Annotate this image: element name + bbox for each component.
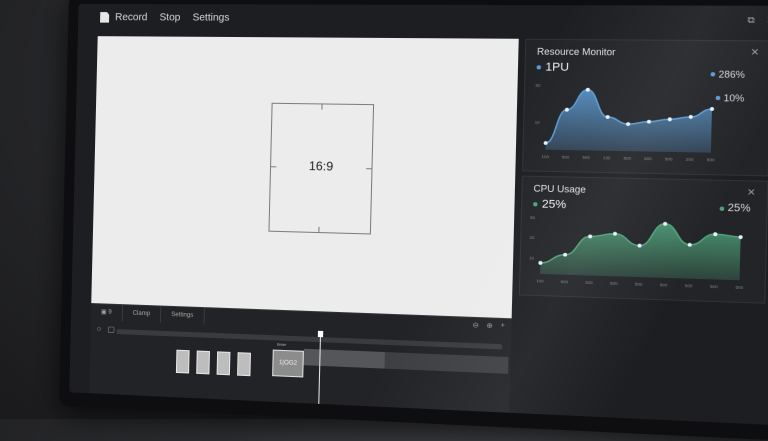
clip-thumbnail[interactable]	[237, 352, 251, 376]
y-tick-label: 20	[530, 235, 536, 240]
x-tick-label: 500	[562, 154, 570, 159]
x-tick-label: 500	[623, 155, 631, 161]
x-tick-label: 200	[686, 156, 695, 162]
clip-thumbnails	[176, 350, 251, 377]
timeline-tools: ⊖ ⊕ +	[472, 321, 505, 331]
tab-settings[interactable]: Settings	[161, 307, 205, 325]
clip-thumbnail[interactable]	[176, 350, 190, 374]
monitor-bezel: Record Stop Settings ⧉ ✕ 16:9 ▣ 9 Clamp …	[59, 0, 768, 441]
y-tick-label: 10	[535, 119, 541, 124]
clip-track-fill	[304, 349, 385, 369]
x-tick-label: 100	[536, 278, 544, 284]
screen: Record Stop Settings ⧉ ✕ 16:9 ▣ 9 Clamp …	[69, 4, 768, 426]
x-tick-label: 130	[603, 155, 611, 160]
resource-monitor-panel: Resource Monitor ✕ 1PU 286% 10% 100 500 50…	[522, 39, 768, 177]
timeline-left-tools: ○ ▢	[96, 324, 115, 334]
x-tick-label: 500	[707, 157, 716, 163]
clip-thumbnail[interactable]	[217, 351, 231, 375]
menu-settings[interactable]: Settings	[192, 12, 229, 23]
cpu-usage-panel: CPU Usage ✕ 25% 25% 100 500 500 500 500 500 50…	[519, 176, 768, 304]
zoom-out-icon[interactable]: ⊖	[472, 321, 479, 330]
x-tick-label: 500	[660, 282, 669, 288]
marker-icon[interactable]: ▢	[107, 325, 115, 334]
restore-icon[interactable]: ⧉	[747, 14, 755, 26]
x-tick-label: 100	[542, 154, 550, 159]
x-tick-label: 500	[610, 280, 618, 286]
window-controls: ⧉ ✕	[747, 14, 768, 26]
x-tick-label: 500	[710, 284, 719, 290]
frame-tick	[318, 227, 319, 232]
series-area	[545, 89, 712, 152]
menu-record[interactable]: Record	[115, 12, 148, 23]
menu-stop[interactable]: Stop	[159, 12, 180, 23]
timeline-panel: ▣ 9 Clamp Settings ⊖ ⊕ + ○ ▢ timer 1|OG2	[89, 303, 512, 424]
resource-chart: 100 500 500 130 500 500 500 200 500 50 10	[523, 40, 768, 175]
tab-count[interactable]: ▣ 9	[91, 304, 123, 321]
timeline-scrollbar[interactable]	[116, 329, 502, 349]
selected-clip[interactable]: 1|OG2	[272, 350, 304, 378]
x-tick-label: 500	[582, 155, 590, 160]
frame-tick	[321, 104, 322, 109]
x-tick-label: 500	[665, 156, 674, 162]
y-tick-label: 50	[530, 214, 536, 219]
clip-thumbnail[interactable]	[196, 351, 210, 375]
menu-bar: Record Stop Settings	[78, 4, 768, 34]
clip-track[interactable]	[304, 349, 509, 374]
tab-count-label: 9	[108, 310, 111, 316]
playhead[interactable]	[318, 331, 321, 413]
timeline-tabs: ▣ 9 Clamp Settings	[91, 304, 205, 324]
clip-header: timer	[277, 342, 286, 347]
preview-canvas[interactable]: 16:9	[91, 36, 518, 318]
x-tick-label: 500	[585, 280, 593, 286]
aspect-frame[interactable]: 16:9	[268, 103, 374, 235]
y-tick-label: 10	[529, 255, 535, 260]
series-area	[540, 221, 741, 281]
add-icon[interactable]: +	[500, 322, 505, 331]
x-tick-label: 500	[735, 284, 744, 290]
aspect-ratio-label: 16:9	[271, 158, 372, 174]
search-icon[interactable]: ○	[96, 324, 101, 333]
side-panels: Resource Monitor ✕ 1PU 286% 10% 100 500 50…	[515, 39, 768, 426]
cpu-chart: 100 500 500 500 500 500 500 500 500 50 20 10	[520, 177, 767, 303]
x-tick-label: 500	[635, 281, 643, 287]
x-tick-label: 500	[561, 279, 569, 285]
x-tick-label: 500	[644, 156, 653, 162]
y-tick-label: 50	[536, 83, 542, 88]
zoom-in-icon[interactable]: ⊕	[486, 322, 493, 331]
tab-clamp[interactable]: Clamp	[122, 305, 161, 323]
x-tick-label: 500	[685, 283, 694, 289]
document-icon	[100, 12, 109, 23]
